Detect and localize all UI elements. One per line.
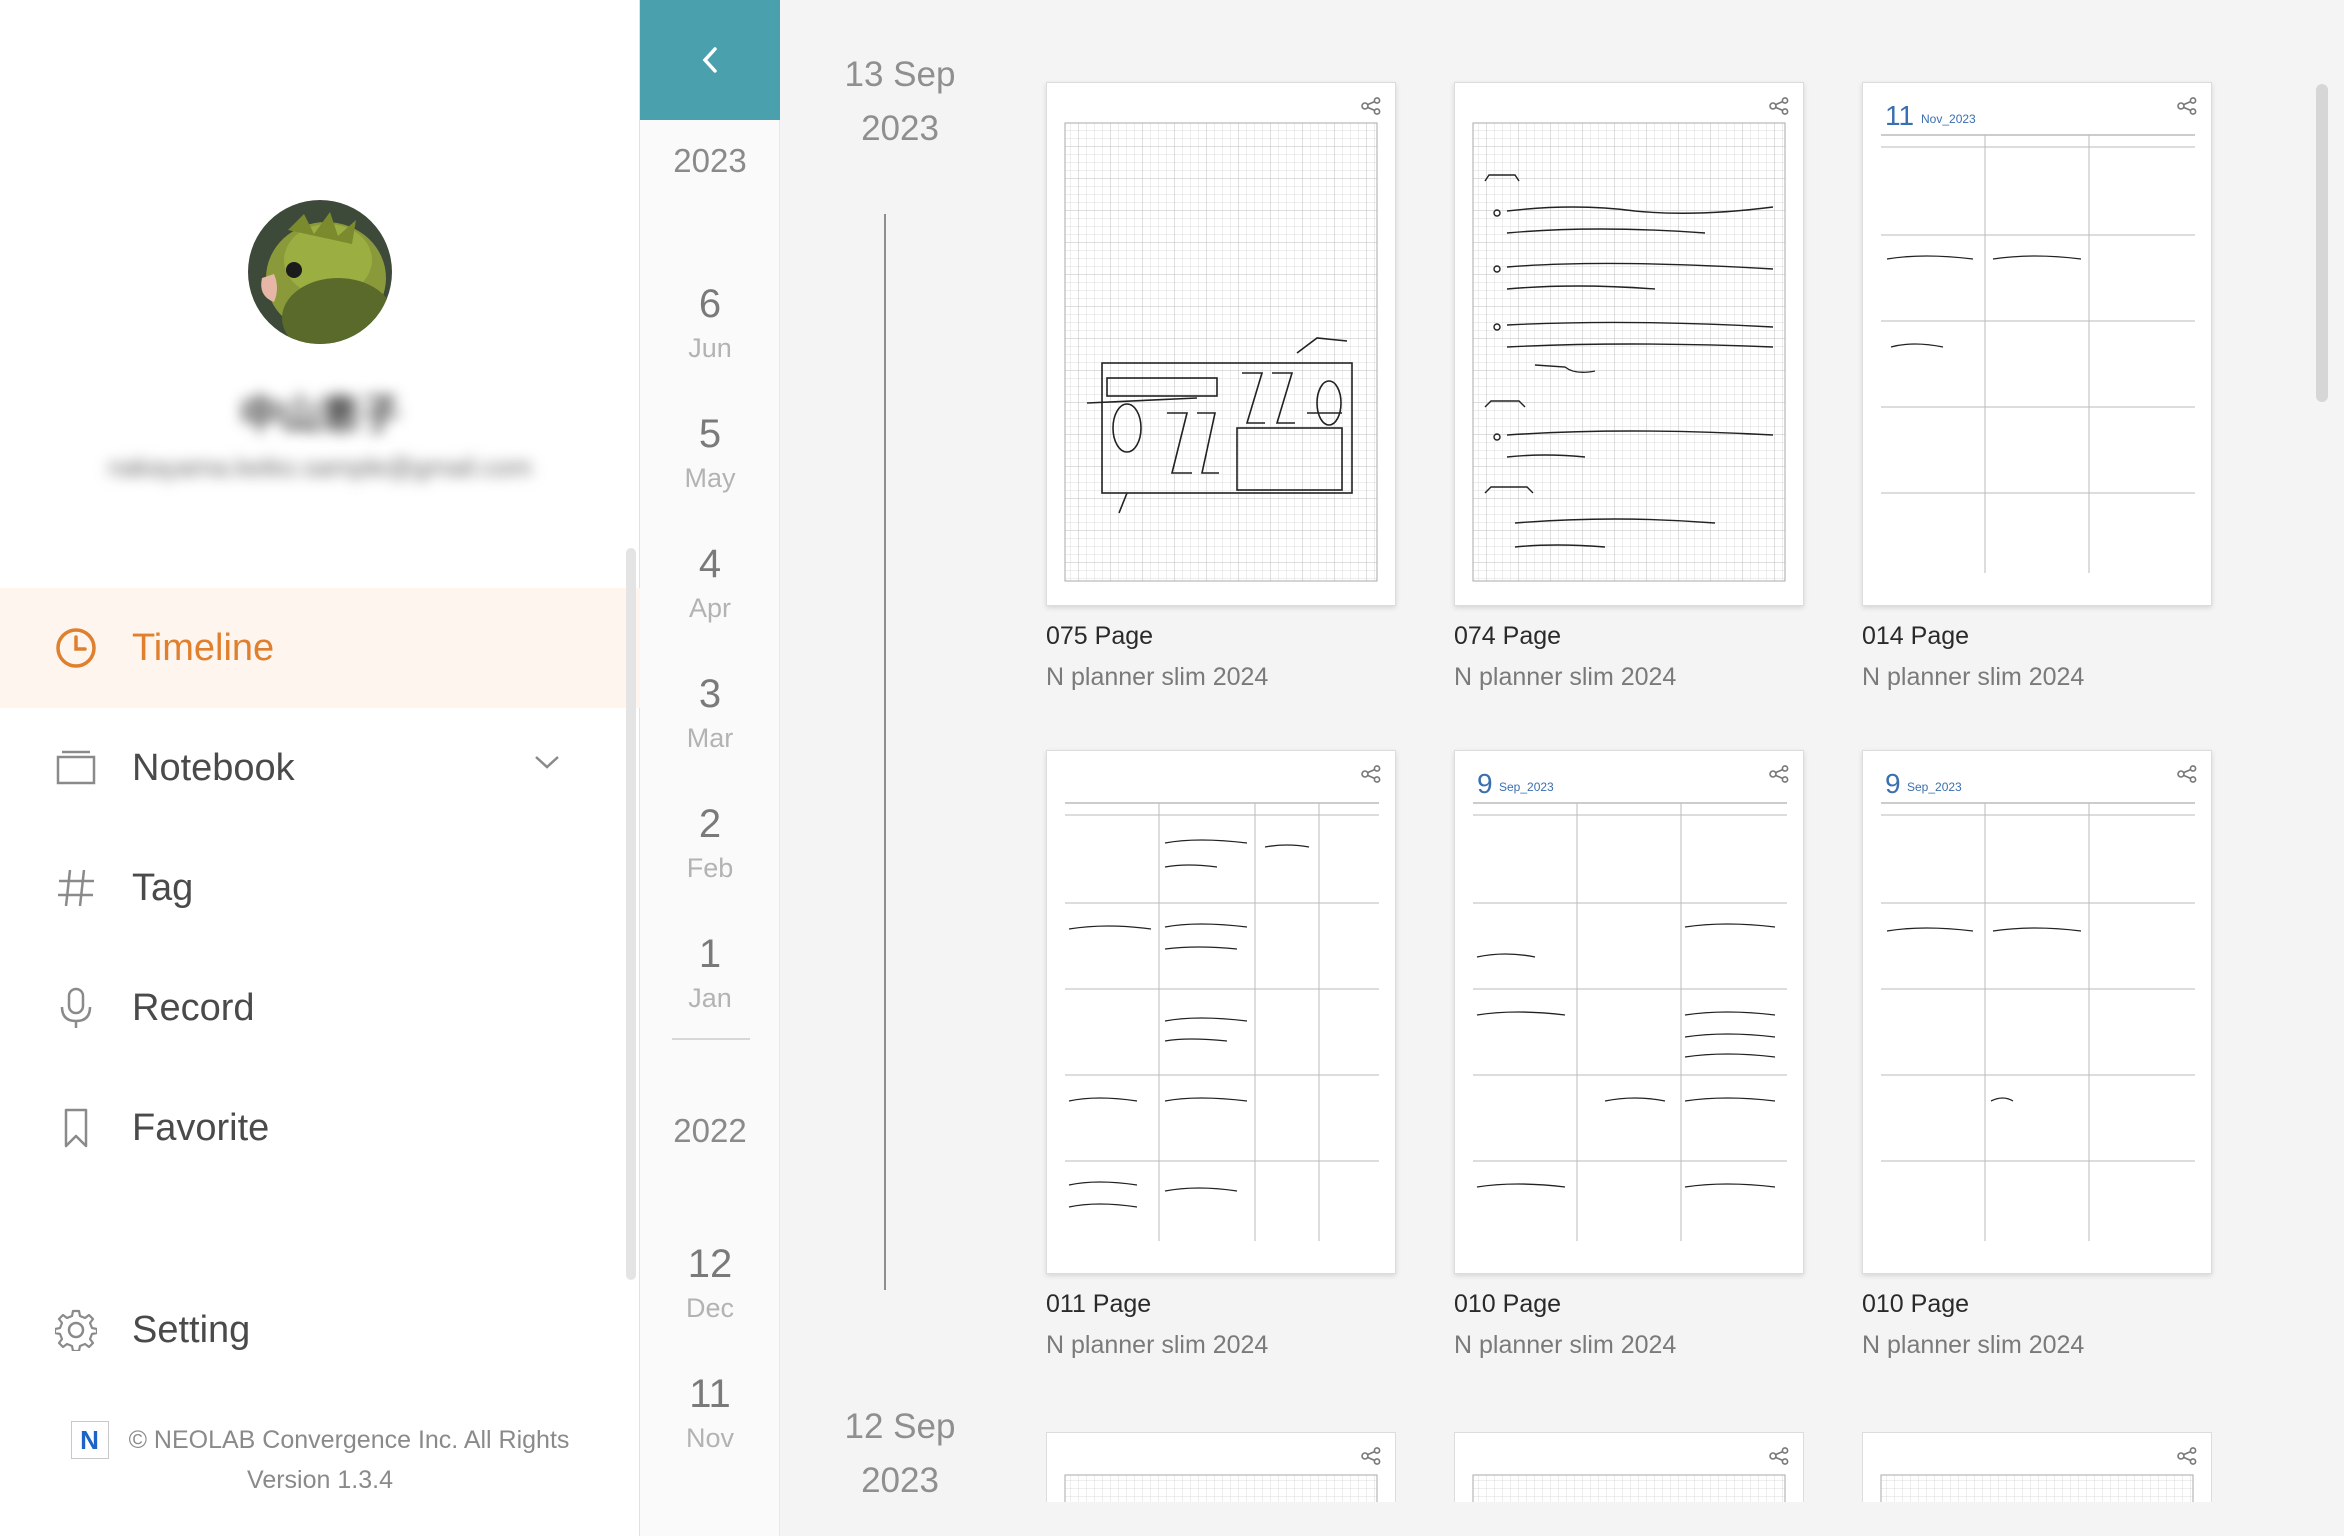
card-title: 010 Page (1862, 1290, 1970, 1318)
rail-month[interactable]: 6 Jun (640, 282, 780, 364)
calendar-drawing: 11 Nov_2023 (1881, 100, 2195, 573)
page-card[interactable]: 075 Page N planner slim 2024 (1046, 82, 1396, 692)
neolab-logo: N (70, 1421, 109, 1459)
card-notebook: N planner slim 2024 (1046, 663, 1269, 691)
nav-item-favorite[interactable]: Favorite (0, 1068, 640, 1188)
card-title: 010 Page (1454, 1290, 1562, 1318)
nav-item-notebook[interactable]: Notebook (0, 708, 640, 828)
grid-preview (1472, 1474, 1786, 1502)
clock-icon (54, 626, 98, 670)
user-email: nakayama.keiko.sample@gmail.com (108, 452, 532, 482)
card-title: 075 Page (1046, 622, 1154, 650)
sidebar: 中山恵子 nakayama.keiko.sample@gmail.com Tim… (0, 0, 640, 1536)
page-thumbnail: 9 Sep_2023 (1862, 750, 2212, 1274)
bookmark-icon (54, 1106, 98, 1150)
page-thumbnail: 9 Sep_2023 (1454, 750, 1804, 1274)
notebook-icon (54, 746, 98, 790)
calendar-drawing: 9 Sep_2023 (1881, 768, 2195, 1241)
share-icon[interactable] (2177, 1447, 2197, 1470)
version-text: Version 1.3.4 (247, 1465, 393, 1494)
sidebar-nav: Timeline Notebook Tag Record Favorite (0, 588, 640, 1188)
nav-item-timeline[interactable]: Timeline (0, 588, 640, 708)
rail-month[interactable]: 4 Apr (640, 542, 780, 624)
nav-item-tag[interactable]: Tag (0, 828, 640, 948)
svg-text:Sep_2023: Sep_2023 (1907, 780, 1962, 794)
share-icon[interactable] (1361, 765, 1381, 788)
nav-item-setting[interactable]: Setting (0, 1270, 640, 1390)
rail-year-2022[interactable]: 2022 (640, 1112, 780, 1150)
date-rail: 2023 6 Jun 5 May 4 Apr 3 Mar 2 Feb 1 Jan 2022 … (640, 0, 780, 1536)
rail-month[interactable]: 11 Nov (640, 1372, 780, 1454)
hash-icon (54, 866, 98, 910)
svg-text:11: 11 (1885, 100, 1914, 131)
group-timeline-line (884, 214, 886, 1290)
share-icon[interactable] (1769, 97, 1789, 120)
card-notebook: N planner slim 2024 (1454, 663, 1677, 691)
card-notebook: N planner slim 2024 (1046, 1331, 1269, 1359)
page-card-partial[interactable] (1862, 1432, 2212, 1502)
nav-label-timeline: Timeline (132, 626, 275, 669)
card-notebook: N planner slim 2024 (1454, 1331, 1677, 1359)
rail-month[interactable]: 3 Mar (640, 672, 780, 754)
nav-label-favorite: Favorite (132, 1106, 270, 1149)
calendar-drawing: 9 Sep_2023 (1473, 768, 1787, 1241)
nav-label-notebook: Notebook (132, 746, 295, 789)
user-name: 中山恵子 (240, 393, 400, 437)
gear-icon (54, 1308, 98, 1352)
chevron-down-icon[interactable] (532, 752, 562, 777)
avatar[interactable] (248, 200, 392, 344)
page-card[interactable]: 011 Page N planner slim 2024 (1046, 750, 1396, 1360)
calendar-week-drawing (1065, 802, 1379, 1241)
share-icon[interactable] (1769, 765, 1789, 788)
rail-month[interactable]: 1 Jan (640, 932, 780, 1014)
back-button[interactable] (640, 0, 780, 120)
group-date: 12 Sep 2023 (844, 1407, 956, 1500)
rail-month[interactable]: 2 Feb (640, 802, 780, 884)
card-title: 014 Page (1862, 622, 1970, 650)
rail-month[interactable]: 12 Dec (640, 1242, 780, 1324)
card-notebook: N planner slim 2024 (1862, 663, 2085, 691)
page-card[interactable]: 9 Sep_2023 010 Page N planner slim 2024 (1862, 750, 2212, 1360)
copyright-text: © NEOLAB Convergence Inc. All Rights (128, 1425, 570, 1454)
footer: N © NEOLAB Convergence Inc. All Rights V… (0, 1420, 640, 1500)
rail-month[interactable]: 5 May (640, 412, 780, 494)
chevron-left-icon (702, 47, 717, 73)
rail-year-2023[interactable]: 2023 (640, 142, 780, 180)
svg-text:Sep_2023: Sep_2023 (1499, 780, 1554, 794)
grid-preview (1880, 1474, 2194, 1502)
svg-text:9: 9 (1885, 768, 1901, 799)
rail-divider (672, 1038, 750, 1040)
svg-text:Nov_2023: Nov_2023 (1921, 112, 1976, 126)
grid-preview (1064, 1474, 1378, 1502)
sidebar-scrollbar[interactable] (626, 548, 636, 1280)
page-thumbnail: 11 Nov_2023 (1862, 82, 2212, 606)
grid-sketch-drawing (1064, 122, 1378, 582)
group-date: 13 Sep 2023 (844, 55, 956, 148)
page-card[interactable]: 9 Sep_2023 010 Page N planner slim 2024 (1454, 750, 1804, 1360)
share-icon[interactable] (2177, 765, 2197, 788)
main-scrollbar[interactable] (2316, 84, 2328, 402)
page-thumbnail (1454, 82, 1804, 606)
svg-text:9: 9 (1477, 768, 1493, 799)
nav-label-record: Record (132, 986, 255, 1029)
page-card[interactable]: 074 Page N planner slim 2024 (1454, 82, 1804, 692)
share-icon[interactable] (1769, 1447, 1789, 1470)
card-title: 074 Page (1454, 622, 1562, 650)
page-card[interactable]: 11 Nov_2023 014 Page N planner slim 2024 (1862, 82, 2212, 692)
page-thumbnail (1046, 750, 1396, 1274)
grid-notes-drawing (1472, 122, 1786, 582)
card-notebook: N planner slim 2024 (1862, 1331, 2085, 1359)
page-thumbnail (1046, 82, 1396, 606)
page-card-partial[interactable] (1046, 1432, 1396, 1502)
nav-item-record[interactable]: Record (0, 948, 640, 1068)
microphone-icon (54, 986, 98, 1030)
share-icon[interactable] (2177, 97, 2197, 120)
share-icon[interactable] (1361, 97, 1381, 120)
nav-label-tag: Tag (132, 866, 194, 909)
page-card-partial[interactable] (1454, 1432, 1804, 1502)
timeline-main: 13 Sep 2023 075 Page N planner slim 2024… (780, 0, 2344, 1536)
card-title: 011 Page (1046, 1290, 1152, 1318)
share-icon[interactable] (1361, 1447, 1381, 1470)
nav-label-setting: Setting (132, 1308, 251, 1351)
